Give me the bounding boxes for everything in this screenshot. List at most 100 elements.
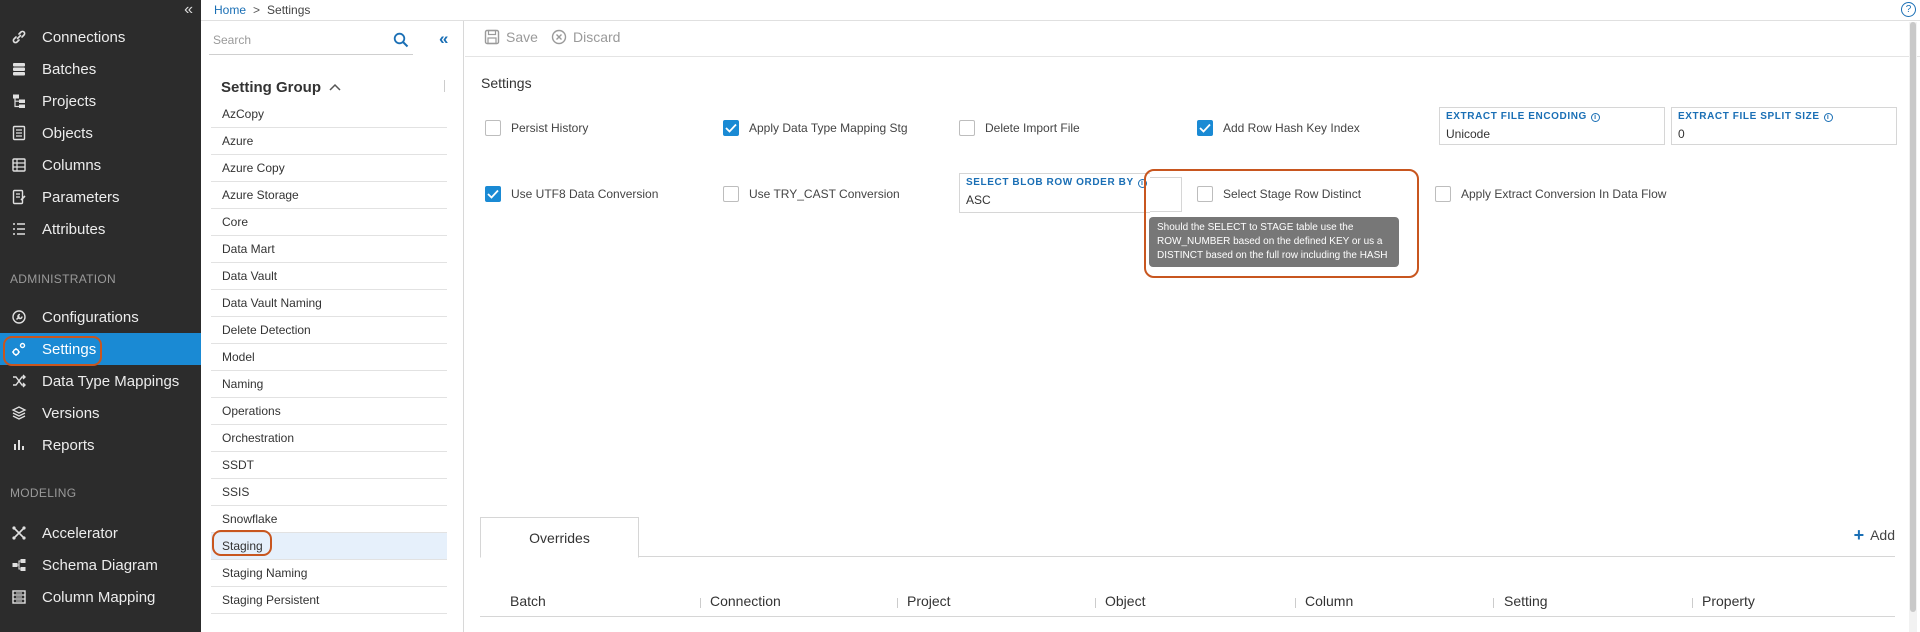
checkmark-icon bbox=[725, 123, 737, 133]
nav-item-label: Projects bbox=[42, 92, 97, 110]
column-header-batch[interactable]: Batch bbox=[510, 593, 546, 609]
group-item-ssis[interactable]: SSIS bbox=[211, 479, 447, 506]
group-item-delete-detection[interactable]: Delete Detection bbox=[211, 317, 447, 344]
save-button[interactable]: Save bbox=[484, 29, 538, 45]
discard-button[interactable]: Discard bbox=[551, 29, 620, 45]
use-try-cast-conversion-checkbox[interactable]: Use TRY_CAST Conversion bbox=[723, 186, 900, 202]
setting-group-header[interactable]: Setting Group bbox=[221, 74, 445, 100]
group-item-data-mart[interactable]: Data Mart bbox=[211, 236, 447, 263]
group-item-staging-naming[interactable]: Staging Naming bbox=[211, 560, 447, 587]
nav-item-column-mapping[interactable]: Column Mapping bbox=[0, 581, 201, 613]
nav-item-projects[interactable]: Projects bbox=[0, 85, 201, 117]
stack-icon bbox=[9, 59, 29, 79]
group-item-naming[interactable]: Naming bbox=[211, 371, 447, 398]
search-input[interactable] bbox=[209, 27, 389, 53]
column-header-property[interactable]: Property bbox=[1702, 593, 1755, 609]
column-separator[interactable] bbox=[1692, 598, 1693, 608]
checkbox-label: Delete Import File bbox=[985, 121, 1080, 135]
apply-extract-conversion-in-data-flow-checkbox[interactable]: Apply Extract Conversion In Data Flow bbox=[1435, 186, 1666, 202]
nav-item-settings[interactable]: Settings bbox=[0, 333, 201, 365]
column-separator[interactable] bbox=[700, 598, 701, 608]
use-utf8-data-conversion-checkbox[interactable]: Use UTF8 Data Conversion bbox=[485, 186, 658, 202]
nav-item-label: Data Type Mappings bbox=[42, 372, 180, 390]
field-label: EXTRACT FILE SPLIT SIZE i bbox=[1678, 111, 1833, 122]
select-blob-row-order-by-input[interactable] bbox=[966, 193, 1136, 207]
column-header-setting[interactable]: Setting bbox=[1504, 593, 1548, 609]
info-icon[interactable]: i bbox=[1137, 179, 1147, 188]
checkbox-label: Apply Data Type Mapping Stg bbox=[749, 121, 908, 135]
accelerator-icon bbox=[9, 523, 29, 543]
column-separator[interactable] bbox=[1493, 598, 1494, 608]
group-item-data-vault[interactable]: Data Vault bbox=[211, 263, 447, 290]
nav-item-data-type-mappings[interactable]: Data Type Mappings bbox=[0, 365, 201, 397]
nav-item-parameters[interactable]: Parameters bbox=[0, 181, 201, 213]
select-stage-row-distinct-checkbox[interactable]: Select Stage Row Distinct bbox=[1197, 186, 1361, 202]
nav-item-batches[interactable]: Batches bbox=[0, 53, 201, 85]
add-override-button[interactable]: + Add bbox=[1854, 526, 1895, 544]
group-item-data-vault-naming[interactable]: Data Vault Naming bbox=[211, 290, 447, 317]
add-row-hash-key-index-checkbox[interactable]: Add Row Hash Key Index bbox=[1197, 120, 1360, 136]
bar-chart-icon bbox=[9, 435, 29, 455]
search-icon[interactable] bbox=[393, 32, 409, 48]
scrollbar-thumb[interactable] bbox=[1910, 22, 1916, 612]
column-header-project[interactable]: Project bbox=[907, 593, 951, 609]
group-item-ssdt[interactable]: SSDT bbox=[211, 452, 447, 479]
nav-item-schema-diagram[interactable]: Schema Diagram bbox=[0, 549, 201, 581]
tab-overrides[interactable]: Overrides bbox=[480, 517, 639, 558]
nav-item-label: Parameters bbox=[42, 188, 120, 206]
group-item-model[interactable]: Model bbox=[211, 344, 447, 371]
group-item-core[interactable]: Core bbox=[211, 209, 447, 236]
column-header-column[interactable]: Column bbox=[1305, 593, 1353, 609]
nav-item-label: Attributes bbox=[42, 220, 106, 238]
group-item-orchestration[interactable]: Orchestration bbox=[211, 425, 447, 452]
extract-file-encoding-input[interactable] bbox=[1446, 127, 1646, 141]
collapse-panel-icon[interactable]: « bbox=[439, 30, 448, 47]
diagram-icon bbox=[9, 555, 29, 575]
nav-item-columns[interactable]: Columns bbox=[0, 149, 201, 181]
group-item-operations[interactable]: Operations bbox=[211, 398, 447, 425]
info-icon[interactable]: i bbox=[1823, 113, 1833, 122]
group-item-azure-storage[interactable]: Azure Storage bbox=[211, 182, 447, 209]
info-icon[interactable]: i bbox=[1590, 113, 1600, 122]
nav-item-objects[interactable]: Objects bbox=[0, 117, 201, 149]
breadcrumb-current: Settings bbox=[267, 3, 311, 17]
group-item-azure-copy[interactable]: Azure Copy bbox=[211, 155, 447, 182]
apply-data-type-mapping-stg-checkbox[interactable]: Apply Data Type Mapping Stg bbox=[723, 120, 908, 136]
group-item-azcopy[interactable]: AzCopy bbox=[211, 101, 447, 128]
nav-item-accelerator[interactable]: Accelerator bbox=[0, 517, 201, 549]
group-item-snowflake[interactable]: Snowflake bbox=[211, 506, 447, 533]
nav-item-connections[interactable]: Connections bbox=[0, 21, 201, 53]
left-nav: « Connections Batches Projects Objects C… bbox=[0, 0, 201, 632]
delete-import-file-checkbox[interactable]: Delete Import File bbox=[959, 120, 1080, 136]
nav-item-reports[interactable]: Reports bbox=[0, 429, 201, 461]
nav-item-attributes[interactable]: Attributes bbox=[0, 213, 201, 245]
breadcrumb-home-link[interactable]: Home bbox=[214, 3, 246, 17]
column-header-object[interactable]: Object bbox=[1105, 593, 1145, 609]
nav-item-label: Objects bbox=[42, 124, 93, 142]
column-header-connection[interactable]: Connection bbox=[710, 593, 781, 609]
overrides-tabs: Overrides + Add bbox=[480, 517, 1895, 558]
save-label: Save bbox=[506, 29, 538, 45]
hierarchy-icon bbox=[9, 91, 29, 111]
column-separator[interactable] bbox=[1295, 598, 1296, 608]
help-icon[interactable]: ? bbox=[1901, 2, 1916, 17]
column-separator[interactable] bbox=[1095, 598, 1096, 608]
group-item-staging-persistent[interactable]: Staging Persistent bbox=[211, 587, 447, 614]
group-item-staging[interactable]: Staging bbox=[211, 533, 447, 560]
checkmark-icon bbox=[487, 189, 499, 199]
vertical-scrollbar[interactable] bbox=[1909, 22, 1917, 632]
extract-file-split-size-input[interactable] bbox=[1678, 127, 1878, 141]
persist-history-checkbox[interactable]: Persist History bbox=[485, 120, 588, 136]
collapse-nav-icon[interactable]: « bbox=[184, 2, 193, 18]
field-label: EXTRACT FILE ENCODING i bbox=[1446, 111, 1600, 122]
nav-item-versions[interactable]: Versions bbox=[0, 397, 201, 429]
checkmark-icon bbox=[1199, 123, 1211, 133]
sort-ascending-icon[interactable] bbox=[329, 80, 341, 94]
column-separator[interactable] bbox=[897, 598, 898, 608]
document-icon bbox=[9, 123, 29, 143]
select-blob-row-order-by-field[interactable]: SELECT BLOB ROW ORDER BY i bbox=[959, 173, 1150, 213]
group-item-azure[interactable]: Azure bbox=[211, 128, 447, 155]
nav-item-configurations[interactable]: Configurations bbox=[0, 301, 201, 333]
extract-file-split-size-field[interactable]: EXTRACT FILE SPLIT SIZE i bbox=[1671, 107, 1897, 145]
extract-file-encoding-field[interactable]: EXTRACT FILE ENCODING i bbox=[1439, 107, 1665, 145]
